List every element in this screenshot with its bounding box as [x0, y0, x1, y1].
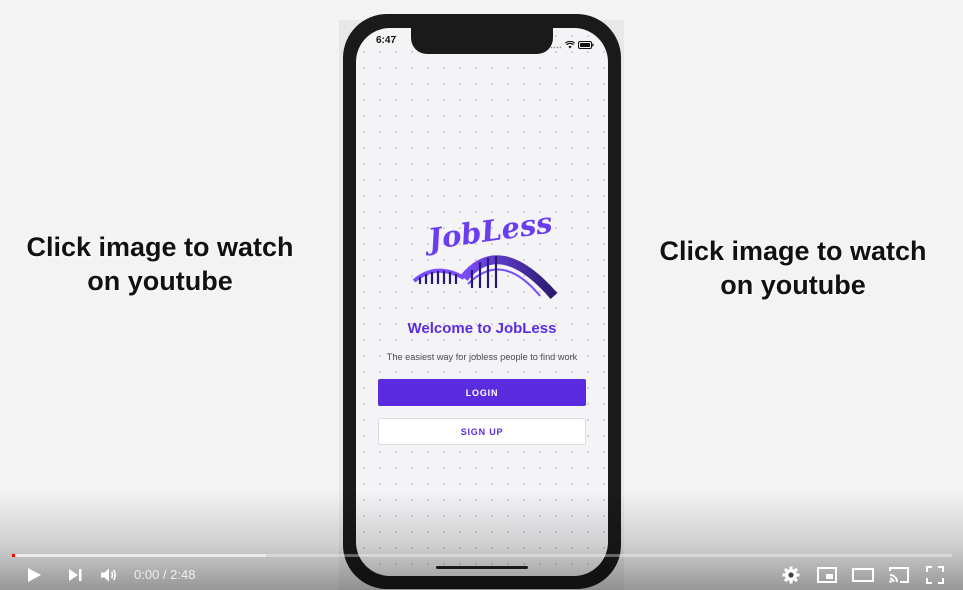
progress-loaded: [12, 554, 266, 557]
jobless-logo-icon: JobLess: [412, 205, 558, 299]
current-time: 0:00: [134, 567, 160, 582]
next-icon: [69, 569, 82, 581]
time-separator: /: [159, 567, 171, 582]
play-icon: [28, 568, 41, 582]
phone-notch: [411, 28, 553, 54]
miniplayer-button[interactable]: [815, 563, 839, 587]
volume-icon: [101, 568, 117, 582]
progress-bar[interactable]: [12, 554, 952, 557]
next-button[interactable]: [64, 563, 86, 587]
play-button[interactable]: [22, 563, 46, 587]
cast-button[interactable]: [886, 563, 912, 587]
right-caption[interactable]: Click image to watch on youtube: [643, 234, 943, 302]
theater-mode-button[interactable]: [850, 563, 876, 587]
tagline: The easiest way for jobless people to fi…: [386, 352, 578, 362]
settings-button[interactable]: [779, 563, 803, 587]
miniplayer-icon: [817, 567, 837, 583]
signup-button[interactable]: SIGN UP: [378, 418, 586, 445]
welcome-title: Welcome to JobLess: [407, 320, 557, 337]
status-icons: [550, 36, 594, 54]
logo-wordmark: JobLess: [421, 205, 554, 257]
left-caption[interactable]: Click image to watch on youtube: [10, 230, 310, 298]
duration: 2:48: [170, 567, 196, 582]
status-time: 6:47: [376, 35, 397, 46]
wifi-icon: [564, 36, 576, 54]
fullscreen-button[interactable]: [923, 563, 947, 587]
battery-icon: [578, 36, 594, 54]
fullscreen-icon: [926, 566, 944, 584]
signal-icon: [550, 36, 562, 54]
time-display: 0:00 / 2:48: [134, 567, 195, 582]
settings-icon: [782, 566, 800, 584]
volume-button[interactable]: [98, 563, 120, 587]
theater-mode-icon: [852, 568, 874, 582]
login-button[interactable]: LOGIN: [378, 379, 586, 406]
cast-icon: [889, 567, 909, 583]
progress-played: [12, 554, 15, 557]
